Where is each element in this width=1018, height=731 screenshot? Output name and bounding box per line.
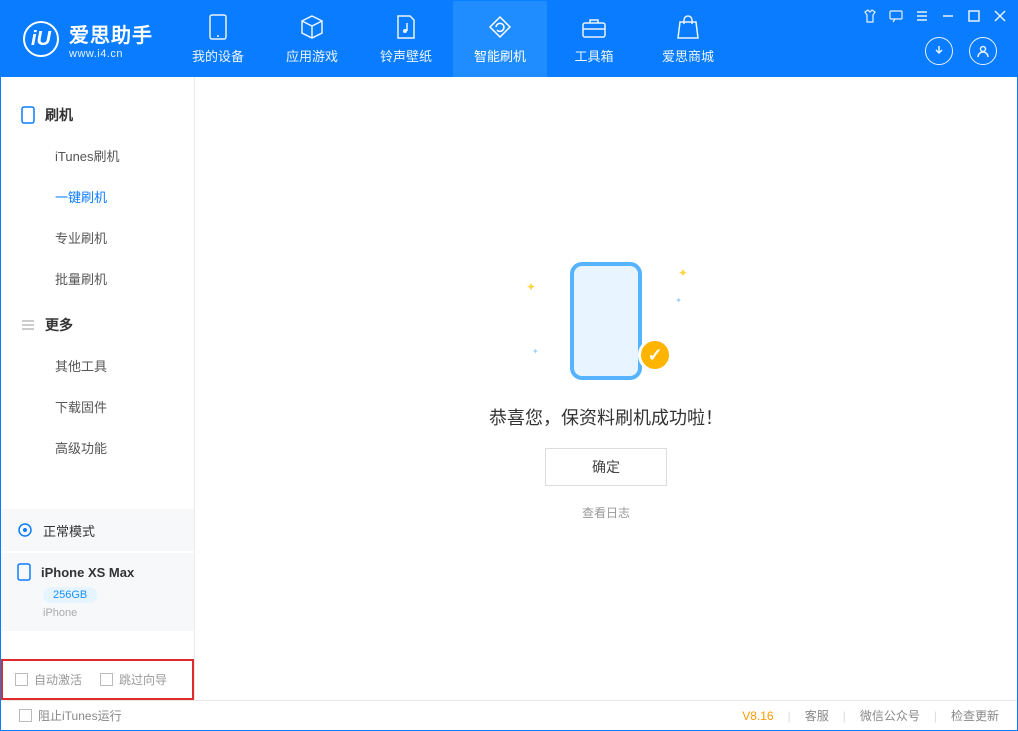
logo[interactable]: iU 爱思助手 www.i4.cn xyxy=(1,1,171,77)
close-button[interactable] xyxy=(993,9,1007,23)
tab-label: 我的设备 xyxy=(192,46,244,65)
user-button[interactable] xyxy=(969,37,997,65)
device-name-text: iPhone XS Max xyxy=(41,565,134,580)
sidebar-item-other-tools[interactable]: 其他工具 xyxy=(1,345,194,386)
sidebar-group-header: 刷机 xyxy=(1,95,194,135)
header-right-buttons xyxy=(925,37,997,65)
checkbox-block-itunes[interactable]: 阻止iTunes运行 xyxy=(19,707,122,724)
sidebar-group-more: 更多 其他工具 下载固件 高级功能 xyxy=(1,305,194,474)
sparkle-icon: ✦ xyxy=(532,347,539,356)
wechat-link[interactable]: 微信公众号 xyxy=(860,707,920,724)
tab-label: 爱思商城 xyxy=(662,46,714,65)
support-link[interactable]: 客服 xyxy=(805,707,829,724)
tab-label: 智能刷机 xyxy=(474,46,526,65)
version-label: V8.16 xyxy=(742,709,773,723)
maximize-button[interactable] xyxy=(967,9,981,23)
tab-my-device[interactable]: 我的设备 xyxy=(171,1,265,77)
checkbox-skip-guide[interactable]: 跳过向导 xyxy=(100,671,167,688)
success-illustration: ✦ ✦ ✦ ✦ ✓ xyxy=(546,256,666,386)
app-logo-icon: iU xyxy=(23,21,59,57)
refresh-sync-icon xyxy=(487,14,513,40)
check-update-link[interactable]: 检查更新 xyxy=(951,707,999,724)
tab-label: 应用游戏 xyxy=(286,46,338,65)
sparkle-icon: ✦ xyxy=(526,280,536,294)
tab-toolbox[interactable]: 工具箱 xyxy=(547,1,641,77)
app-name: 爱思助手 xyxy=(69,19,153,48)
tab-apps-games[interactable]: 应用游戏 xyxy=(265,1,359,77)
mode-icon xyxy=(17,522,33,538)
checkbox-icon xyxy=(19,709,32,722)
menu-icon[interactable] xyxy=(915,9,929,23)
main-content: ✦ ✦ ✦ ✦ ✓ 恭喜您，保资料刷机成功啦！ 确定 查看日志 xyxy=(195,77,1017,700)
success-message: 恭喜您，保资料刷机成功啦！ xyxy=(489,404,723,430)
device-card[interactable]: iPhone XS Max 256GB iPhone xyxy=(1,553,194,631)
body: 刷机 iTunes刷机 一键刷机 专业刷机 批量刷机 更多 其他工具 下载固件 … xyxy=(1,77,1017,700)
device-mode-strip[interactable]: 正常模式 xyxy=(1,509,194,551)
options-highlight-box: 自动激活 跳过向导 xyxy=(1,659,194,700)
download-button[interactable] xyxy=(925,37,953,65)
sidebar-item-itunes-flash[interactable]: iTunes刷机 xyxy=(1,135,194,176)
view-log-link[interactable]: 查看日志 xyxy=(582,504,630,521)
top-tabs: 我的设备 应用游戏 铃声壁纸 智能刷机 工具箱 xyxy=(171,1,735,77)
sidebar-group-flash: 刷机 iTunes刷机 一键刷机 专业刷机 批量刷机 xyxy=(1,95,194,305)
sidebar-item-download-firmware[interactable]: 下载固件 xyxy=(1,386,194,427)
feedback-icon[interactable] xyxy=(889,9,903,23)
ok-button[interactable]: 确定 xyxy=(545,448,667,486)
sidebar-item-pro-flash[interactable]: 专业刷机 xyxy=(1,217,194,258)
check-badge-icon: ✓ xyxy=(638,338,672,372)
device-icon xyxy=(205,14,231,40)
sidebar: 刷机 iTunes刷机 一键刷机 专业刷机 批量刷机 更多 其他工具 下载固件 … xyxy=(1,77,195,700)
sparkle-icon: ✦ xyxy=(675,296,682,305)
checkbox-icon xyxy=(100,673,113,686)
checkbox-icon xyxy=(15,673,28,686)
header: iU 爱思助手 www.i4.cn 我的设备 应用游戏 铃声壁纸 xyxy=(1,1,1017,77)
capacity-badge: 256GB xyxy=(43,587,97,603)
checkbox-auto-activate[interactable]: 自动激活 xyxy=(15,671,82,688)
footer: 阻止iTunes运行 V8.16 | 客服 | 微信公众号 | 检查更新 xyxy=(1,700,1017,730)
phone-small-icon xyxy=(17,563,31,581)
sidebar-group-header: 更多 xyxy=(1,305,194,345)
list-icon xyxy=(21,318,35,332)
tab-label: 工具箱 xyxy=(574,46,613,65)
titlebar-controls xyxy=(863,9,1007,23)
shopping-bag-icon xyxy=(675,14,701,40)
device-type: iPhone xyxy=(43,607,178,619)
tab-smart-flash[interactable]: 智能刷机 xyxy=(453,1,547,77)
sparkle-icon: ✦ xyxy=(678,266,688,280)
tab-label: 铃声壁纸 xyxy=(380,46,432,65)
sidebar-item-advanced[interactable]: 高级功能 xyxy=(1,427,194,468)
app-url: www.i4.cn xyxy=(69,48,153,60)
music-file-icon xyxy=(393,14,419,40)
tab-ringtones-wallpapers[interactable]: 铃声壁纸 xyxy=(359,1,453,77)
toolbox-icon xyxy=(581,14,607,40)
phone-icon xyxy=(21,106,35,124)
tab-store[interactable]: 爱思商城 xyxy=(641,1,735,77)
sidebar-item-batch-flash[interactable]: 批量刷机 xyxy=(1,258,194,299)
sidebar-item-oneclick-flash[interactable]: 一键刷机 xyxy=(1,176,194,217)
device-mode: 正常模式 xyxy=(43,521,95,540)
phone-illustration-icon xyxy=(570,262,642,380)
cube-icon xyxy=(299,14,325,40)
skin-icon[interactable] xyxy=(863,9,877,23)
minimize-button[interactable] xyxy=(941,9,955,23)
